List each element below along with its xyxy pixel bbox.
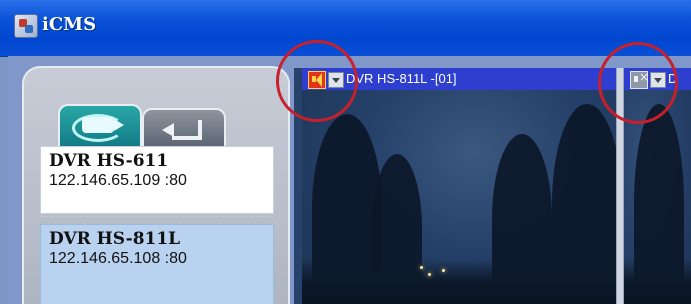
app-logo-icon [14,14,38,38]
device-list: DVR HS-611 122.146.65.109 :80 DVR HS-811… [40,146,274,304]
channel-title: DVR HS-811L -[01] [346,71,457,86]
ground [302,258,616,304]
annotation-circle [276,40,358,122]
icms-window: iCMS DVR HS-611 122.146.65.109 :80 DVR H… [0,0,691,304]
device-address: 122.146.65.109 :80 [49,172,187,189]
title-bar: iCMS [0,0,691,57]
device-panel: DVR HS-611 122.146.65.109 :80 DVR HS-811… [22,66,290,304]
device-name: DVR HS-811L [49,229,181,249]
ground [624,258,691,304]
device-item-selected[interactable]: DVR HS-811L 122.146.65.108 :80 [40,224,274,304]
device-item[interactable]: DVR HS-611 122.146.65.109 :80 [40,146,274,214]
tab-playback[interactable] [142,108,226,148]
firefly-dot [442,269,445,272]
tab-camera-view[interactable] [58,104,142,148]
firefly-dot [420,266,423,269]
firefly-dot [428,273,431,276]
device-name: DVR HS-611 [49,151,169,171]
camera-icon [82,117,124,133]
playback-icon [162,120,202,140]
annotation-circle [598,42,678,124]
window-title: iCMS [42,14,97,35]
device-address: 122.146.65.108 :80 [49,250,187,267]
video-feed[interactable] [302,90,616,304]
divider [40,216,274,217]
